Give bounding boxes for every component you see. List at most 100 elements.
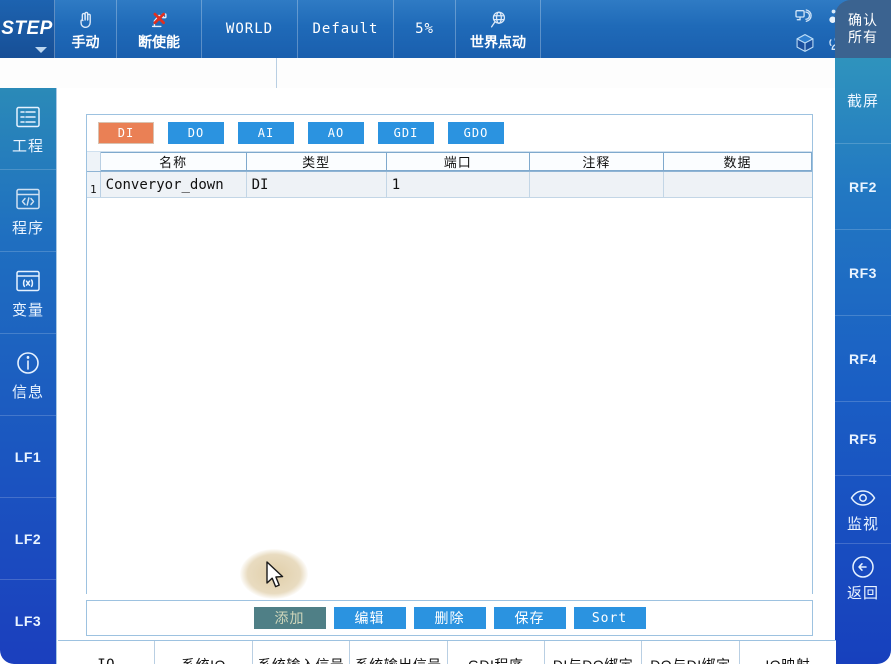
toolbar-item-world-jog[interactable]: 世界点动: [456, 0, 541, 58]
bottom-tab-system-input-signal[interactable]: 系统输入信号: [252, 641, 351, 664]
io-type-tab-ao[interactable]: AO: [308, 122, 364, 144]
right-sidebar: 截屏 RF2 RF3 RF4 RF5 监视 返回: [835, 58, 891, 664]
io-type-tab-ai[interactable]: AI: [238, 122, 294, 144]
globe-icon: [487, 8, 509, 32]
toolbar-item-disable-servo[interactable]: 断使能: [117, 0, 202, 58]
io-signal-table: 名称 类型 端口 注释 数据 1 Converyor_down DI 1: [87, 152, 813, 616]
io-type-tab-do[interactable]: DO: [168, 122, 224, 144]
step-brand-button[interactable]: STEP: [0, 0, 55, 58]
sidebar-item-project-label: 工程: [11, 137, 44, 155]
confirm-all-label-line2: 所有: [848, 29, 878, 45]
toolbar-item-manual-label: 手动: [71, 34, 100, 50]
sidebar-item-monitor-label: 监视: [846, 516, 879, 533]
edit-button[interactable]: 编辑: [333, 607, 406, 629]
toolbar-item-tool[interactable]: Default: [298, 0, 394, 58]
toolbar-item-tool-label: Default: [312, 20, 379, 37]
table-row[interactable]: 1 Converyor_down DI 1: [87, 172, 813, 198]
column-header-data[interactable]: 数据: [664, 152, 812, 171]
sidebar-item-program[interactable]: 程序: [0, 170, 56, 252]
robot-disabled-icon: [147, 8, 171, 32]
bottom-tab-gdi-program[interactable]: GDI程序: [447, 641, 545, 664]
cell-port[interactable]: 1: [386, 172, 530, 197]
io-type-tab-di[interactable]: DI: [98, 122, 154, 144]
toolbar-item-world-jog-label: 世界点动: [470, 34, 526, 50]
column-header-type[interactable]: 类型: [246, 152, 387, 171]
sidebar-item-lf1-label: LF1: [14, 448, 42, 465]
column-header-port[interactable]: 端口: [386, 152, 530, 171]
sort-button-label: Sort: [591, 610, 628, 626]
confirm-all-label-line1: 确认: [848, 12, 878, 28]
table-empty-area: [87, 198, 812, 616]
main-content: DI DO AI AO GDI GDO 名称 类型 端口 注释 数据 1 Con…: [56, 88, 836, 664]
column-header-comment[interactable]: 注释: [529, 152, 665, 171]
confirm-all-button[interactable]: 确认 所有: [835, 0, 891, 58]
step-brand-label: STEP: [1, 18, 53, 39]
bottom-tab-do-di-bind-label: DO与DI绑定: [650, 655, 731, 664]
sidebar-item-rf4-label: RF4: [849, 350, 877, 367]
io-type-tab-gdo[interactable]: GDO: [448, 122, 504, 144]
left-sidebar: 工程 程序 变量 信息 LF1 LF2 LF3: [0, 88, 56, 664]
delete-button-label: 删除: [434, 610, 465, 626]
io-type-tab-gdi[interactable]: GDI: [378, 122, 434, 144]
sidebar-item-info[interactable]: 信息: [0, 334, 56, 416]
column-header-name[interactable]: 名称: [100, 152, 247, 171]
delete-button[interactable]: 删除: [413, 607, 486, 629]
bottom-tab-di-do-bind[interactable]: DI与DO绑定: [544, 641, 643, 664]
table-gutter-header: [87, 152, 101, 171]
sidebar-item-rf4[interactable]: RF4: [835, 316, 891, 402]
io-type-tab-gdi-label: GDI: [393, 126, 419, 140]
sidebar-item-lf3-label: LF3: [14, 613, 42, 629]
toolbar-item-manual[interactable]: 手动: [55, 0, 117, 58]
bottom-tab-io[interactable]: IO: [58, 641, 156, 664]
bottom-tab-io-mapping-label: IO映射: [765, 655, 810, 664]
bottom-tab-io-label: IO: [97, 657, 115, 664]
sidebar-item-rf5-label: RF5: [849, 430, 877, 447]
sidebar-item-back-label: 返回: [846, 584, 879, 602]
sidebar-item-monitor[interactable]: 监视: [835, 476, 891, 544]
cube-icon[interactable]: [790, 31, 820, 55]
save-button-label: 保存: [514, 610, 545, 626]
io-type-tab-gdo-label: GDO: [463, 126, 489, 140]
sidebar-item-program-label: 程序: [11, 219, 44, 237]
sidebar-item-rf3[interactable]: RF3: [835, 230, 891, 316]
bottom-tab-bar: IO 系统IO 系统输入信号 系统输出信号 GDI程序 DI与DO绑定: [57, 640, 836, 664]
sidebar-item-lf3[interactable]: LF3: [0, 580, 56, 662]
edit-button-label: 编辑: [354, 610, 385, 626]
add-button[interactable]: 添加: [253, 607, 326, 629]
chevron-down-icon[interactable]: [35, 47, 47, 53]
top-toolbar: STEP 手动 断使能 WORLD Default 5% 世界点动 确认 所有: [0, 0, 891, 58]
toolbar-item-coordinate-label: WORLD: [225, 20, 274, 37]
sidebar-item-lf2[interactable]: LF2: [0, 498, 56, 580]
sidebar-item-rf2[interactable]: RF2: [835, 144, 891, 230]
sidebar-item-rf5[interactable]: RF5: [835, 402, 891, 476]
cell-data[interactable]: [664, 172, 813, 197]
table-header-row: 名称 类型 端口 注释 数据: [87, 152, 812, 172]
cell-comment[interactable]: [529, 172, 665, 197]
toolbar-item-coordinate-system[interactable]: WORLD: [202, 0, 298, 58]
table-row-index: 1: [87, 172, 101, 197]
cell-type[interactable]: DI: [246, 172, 387, 197]
io-type-tab-ai-label: AI: [257, 126, 275, 140]
sidebar-item-variable[interactable]: 变量: [0, 252, 56, 334]
sidebar-item-info-label: 信息: [11, 383, 44, 401]
back-arrow-icon: [850, 554, 876, 580]
cell-name[interactable]: Converyor_down: [100, 172, 247, 197]
bottom-tab-do-di-bind[interactable]: DO与DI绑定: [642, 641, 740, 664]
sidebar-item-screenshot[interactable]: 截屏: [835, 58, 891, 144]
save-button[interactable]: 保存: [493, 607, 566, 629]
sidebar-item-lf1[interactable]: LF1: [0, 416, 56, 498]
io-type-tab-ao-label: AO: [327, 126, 345, 140]
sidebar-item-back[interactable]: 返回: [835, 544, 891, 612]
screen-link-icon[interactable]: [790, 5, 820, 29]
bottom-tab-io-mapping[interactable]: IO映射: [739, 641, 836, 664]
sort-button[interactable]: Sort: [573, 607, 646, 629]
bottom-tab-system-io[interactable]: 系统IO: [155, 641, 253, 664]
toolbar-item-speed[interactable]: 5%: [394, 0, 456, 58]
io-action-bar: 添加 编辑 删除 保存 Sort: [86, 600, 813, 636]
bottom-tab-system-output-signal[interactable]: 系统输出信号: [350, 641, 448, 664]
sidebar-item-rf3-label: RF3: [849, 264, 877, 281]
sidebar-item-screenshot-label: 截屏: [846, 93, 879, 110]
io-type-tabs: DI DO AI AO GDI GDO: [87, 115, 812, 152]
sidebar-item-project[interactable]: 工程: [0, 88, 56, 170]
